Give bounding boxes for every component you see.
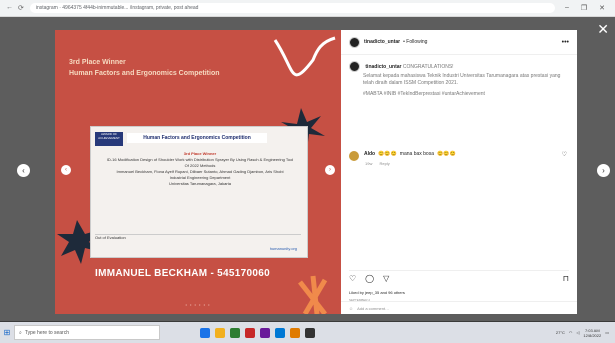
search-icon: ⌕	[19, 329, 22, 336]
browser-chrome: ← ⟳ instagram · 4964375 4f44b-inimmutabl…	[0, 0, 615, 17]
action-bar: ♡ ◯ ▽ ⊓	[349, 270, 569, 285]
avatar[interactable]	[349, 36, 360, 48]
comment-emoji: 😊😊😊	[378, 151, 397, 157]
poster-body: 3rd Place Winner ID-16 Modification Desi…	[105, 151, 295, 187]
comment-emoji-end: 😊😊😊	[437, 151, 456, 157]
poster-title: Human Factors and Ergonomics Competition	[127, 133, 267, 143]
certificate-poster: AWARD OF ACHIEVEMENT Human Factors and E…	[90, 126, 308, 258]
start-button[interactable]: ⊞	[0, 328, 14, 337]
back-icon[interactable]: ←	[6, 4, 13, 12]
slide-next-arrow[interactable]: ›	[325, 165, 335, 175]
author-username[interactable]: tinadicto_untar	[364, 39, 400, 45]
post-header: tinadicto_untar • Following •••	[341, 30, 577, 55]
commenter-avatar[interactable]	[349, 151, 359, 161]
post-caption: tinadicto_untar CONGRATULATIONS! Selamat…	[349, 61, 565, 97]
weather-text[interactable]: 27°C	[556, 330, 565, 335]
poster-footer: Out of Evaluation humanunity.org	[95, 234, 301, 253]
post-sidebar: tinadicto_untar • Following ••• tinadict…	[341, 30, 577, 314]
volume-icon[interactable]: ◁	[576, 330, 579, 335]
system-tray: 27°C ◠ ◁ 7:03 AM 12/8/2022 ▭	[556, 328, 615, 338]
like-icon[interactable]: ♡	[349, 274, 356, 283]
poster-project: ID-16 Modification Design of Shoulder Wo…	[106, 157, 294, 168]
media-heading: 3rd Place Winner	[69, 59, 126, 66]
add-comment-input[interactable]: Add a comment…	[357, 306, 389, 311]
address-bar[interactable]: instagram · 4964375 4f44b-inimmutable...…	[29, 3, 555, 13]
post-modal: 3rd Place Winner Human Factors and Ergon…	[55, 30, 577, 314]
notification-icon[interactable]: ▭	[605, 330, 609, 335]
slide-prev-arrow[interactable]: ‹	[61, 165, 71, 175]
windows-taskbar: ⊞ ⌕ Type here to search 27°C ◠ ◁ 7:03 AM…	[0, 322, 615, 343]
taskbar-app-icon[interactable]	[230, 327, 240, 338]
maximize-icon[interactable]: ❐	[581, 4, 587, 12]
caption-text: Selamat kepada mahasiswa Teknik Industri…	[363, 73, 561, 86]
taskbar-app-icon[interactable]	[200, 327, 210, 338]
comment-text: mana bax bosa	[399, 151, 434, 157]
clock[interactable]: 7:03 AM 12/8/2022	[583, 328, 601, 338]
award-logo: AWARD OF ACHIEVEMENT	[95, 132, 123, 146]
clock-time: 7:03 AM	[584, 327, 600, 333]
taskbar-search[interactable]: ⌕ Type here to search	[14, 325, 160, 340]
clock-date: 12/8/2022	[583, 332, 602, 338]
post-media: 3rd Place Winner Human Factors and Ergon…	[55, 30, 341, 314]
minimize-icon[interactable]: –	[565, 4, 569, 12]
poster-footer-label: Out of Evaluation	[95, 235, 126, 240]
comment-like-icon[interactable]: ♡	[562, 151, 567, 161]
bookmark-icon[interactable]: ⊓	[563, 274, 569, 283]
wifi-icon[interactable]: ◠	[569, 330, 573, 335]
browser-nav: ← ⟳	[0, 4, 30, 12]
poster-univ: Universitas Tarumanagara, Jakarta	[169, 181, 231, 186]
taskbar-app-icon[interactable]	[305, 327, 315, 338]
caption-body: Selamat kepada mahasiswa Teknik Industri…	[363, 73, 563, 98]
search-placeholder: Type here to search	[24, 329, 70, 336]
poster-footer-link: humanunity.org	[269, 246, 297, 251]
reply-link[interactable]: Reply	[379, 161, 389, 166]
window-controls: – ❐ ✕	[555, 4, 615, 12]
taskbar-app-icon[interactable]	[290, 327, 300, 338]
comment-icon[interactable]: ◯	[365, 274, 374, 283]
prev-post-arrow[interactable]: ‹	[17, 164, 30, 177]
emoji-picker-icon[interactable]: ☺	[349, 306, 353, 311]
likes-count[interactable]: Liked by jeep_35 and 96 others	[349, 290, 405, 295]
reload-icon[interactable]: ⟳	[18, 4, 24, 12]
student-name: IMMANUEL BECKHAM - 545170060	[95, 268, 270, 279]
carousel-dots: • • • • • •	[185, 302, 211, 307]
comment-item: Aldo 😊😊😊 mana bax bosa 😊😊😊 ♡ 19w Reply	[349, 151, 567, 166]
comment-age: 19w	[365, 161, 373, 166]
comment-meta: 19w Reply	[365, 161, 390, 166]
more-options-icon[interactable]: •••	[562, 39, 569, 46]
caption-username[interactable]: tinadicto_untar	[365, 64, 401, 70]
close-modal-icon[interactable]: ✕	[597, 22, 609, 36]
taskbar-app-icon[interactable]	[245, 327, 255, 338]
next-post-arrow[interactable]: ›	[597, 164, 610, 177]
following-label[interactable]: • Following	[403, 39, 427, 45]
caption-hashtags[interactable]: #MABTA #INIB #TekIndBerprestasi #untarAc…	[363, 91, 563, 98]
caption-avatar[interactable]	[349, 61, 360, 72]
media-subheading: Human Factors and Ergonomics Competition	[69, 70, 220, 77]
taskbar-app-icon[interactable]	[215, 327, 225, 338]
taskbar-app-icons	[200, 327, 315, 338]
add-comment-bar: ☺ Add a comment…	[341, 301, 577, 314]
commenter-username[interactable]: Aldo	[364, 151, 375, 161]
share-icon[interactable]: ▽	[383, 274, 389, 283]
taskbar-app-icon[interactable]	[260, 327, 270, 338]
window-close-icon[interactable]: ✕	[599, 4, 605, 12]
caption-lead: CONGRATULATIONS!	[402, 63, 454, 70]
taskbar-app-icon[interactable]	[275, 327, 285, 338]
